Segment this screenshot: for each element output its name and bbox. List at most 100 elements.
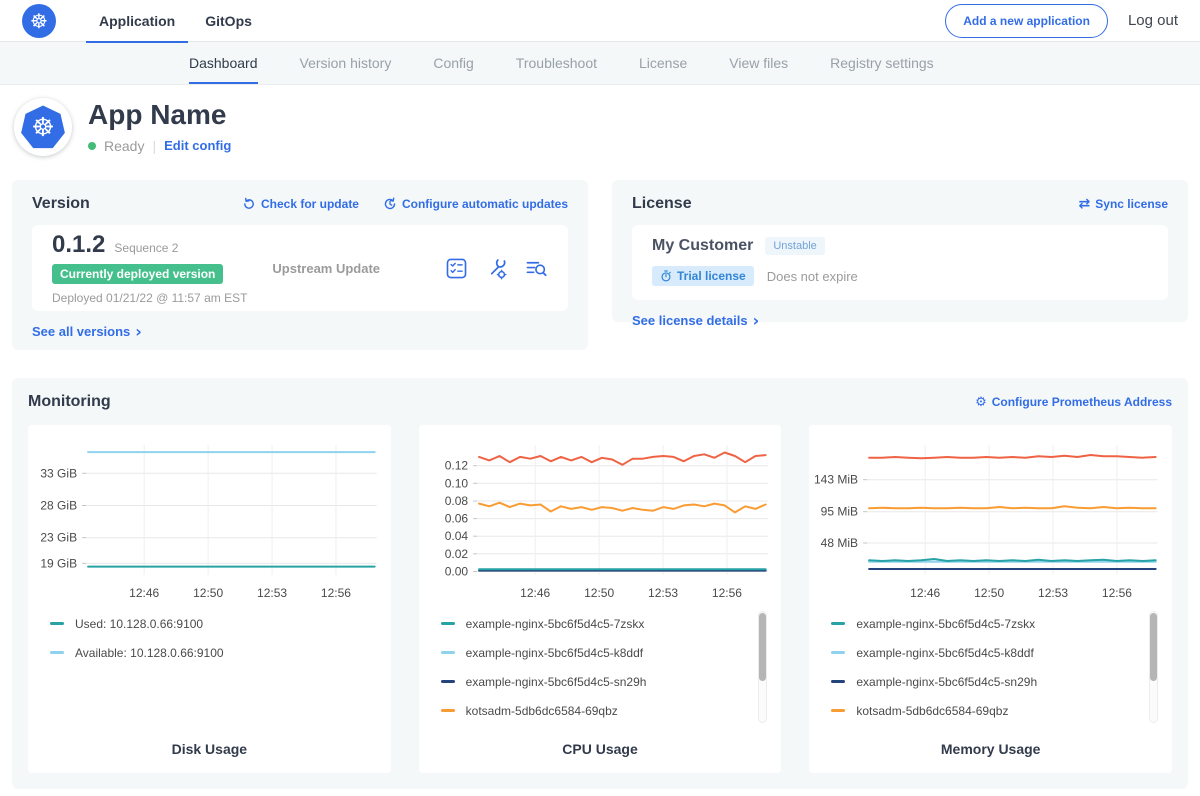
preflight-checks-icon[interactable]: [445, 257, 468, 280]
chevron-right-icon: ›: [135, 327, 142, 337]
memory-usage-chart: 143 MiB95 MiB48 MiB12:4612:5012:5312:56: [809, 433, 1172, 605]
tab-config[interactable]: Config: [412, 42, 494, 84]
auto-update-clock-icon: [383, 197, 397, 211]
cpu-usage-legend: example-nginx-5bc6f5d4c5-7zskxexample-ng…: [441, 609, 782, 731]
svg-text:143 MiB: 143 MiB: [814, 473, 858, 487]
tab-dashboard[interactable]: Dashboard: [168, 42, 279, 84]
legend-item: Used: 10.128.0.66:9100: [50, 609, 391, 638]
app-sub-nav: Dashboard Version history Config Trouble…: [0, 42, 1200, 85]
legend-swatch: [441, 622, 455, 625]
svg-text:12:50: 12:50: [584, 586, 614, 600]
divider: |: [152, 138, 156, 154]
legend-swatch: [441, 651, 455, 654]
customer-name: My Customer: [652, 237, 753, 255]
tab-troubleshoot[interactable]: Troubleshoot: [495, 42, 618, 84]
see-all-versions-link[interactable]: See all versions ›: [32, 324, 568, 339]
stopwatch-icon: [660, 270, 672, 282]
legend-item: example-nginx-5bc6f5d4c5-sn29h: [831, 667, 1172, 696]
chart-title: CPU Usage: [419, 741, 782, 757]
legend-label: example-nginx-5bc6f5d4c5-sn29h: [856, 675, 1037, 689]
top-nav: ☸ Application GitOps Add a new applicati…: [0, 0, 1200, 42]
current-version-row: 0.1.2 Sequence 2 Currently deployed vers…: [32, 225, 568, 311]
tab-view-files[interactable]: View files: [708, 42, 809, 84]
top-tab-application[interactable]: Application: [84, 0, 190, 42]
svg-text:28 GiB: 28 GiB: [40, 499, 77, 513]
svg-text:12:56: 12:56: [712, 586, 742, 600]
legend-item: kotsadm-5db6dc6584-69qbz: [831, 696, 1172, 725]
svg-text:19 GiB: 19 GiB: [40, 556, 77, 570]
svg-text:23 GiB: 23 GiB: [40, 531, 77, 545]
legend-scrollbar-thumb[interactable]: [1150, 613, 1157, 681]
deployed-timestamp: Deployed 01/21/22 @ 11:57 am EST: [52, 291, 247, 305]
chart-title: Memory Usage: [809, 741, 1172, 757]
configure-automatic-updates-link[interactable]: Configure automatic updates: [383, 197, 568, 211]
legend-swatch: [831, 680, 845, 683]
svg-text:0.02: 0.02: [444, 547, 468, 561]
version-source: Upstream Update: [272, 261, 380, 276]
legend-swatch: [441, 709, 455, 712]
legend-scrollbar[interactable]: [758, 611, 767, 723]
svg-text:0.04: 0.04: [444, 529, 468, 543]
version-card: Version Check for update Configure autom…: [12, 180, 588, 350]
app-icon: ☸: [14, 98, 72, 156]
logout-button[interactable]: Log out: [1128, 12, 1178, 29]
tab-license[interactable]: License: [618, 42, 708, 84]
svg-text:12:50: 12:50: [193, 586, 223, 600]
channel-badge: Unstable: [765, 237, 824, 255]
chart-title: Disk Usage: [28, 741, 391, 757]
disk-usage-chart-card: 33 GiB28 GiB23 GiB19 GiB12:4612:5012:531…: [28, 425, 391, 773]
chevron-right-icon: ›: [753, 316, 760, 326]
sequence-label: Sequence 2: [114, 241, 178, 255]
svg-text:0.08: 0.08: [444, 494, 468, 508]
legend-item: kotsadm-5db6dc6584-69qbz: [441, 696, 782, 725]
license-card: License ⇄ Sync license My Customer Unsta…: [612, 180, 1188, 322]
version-number: 0.1.2: [52, 231, 105, 259]
status-text: Ready: [104, 138, 144, 154]
legend-label: Used: 10.128.0.66:9100: [75, 617, 203, 631]
tab-registry-settings[interactable]: Registry settings: [809, 42, 954, 84]
legend-label: example-nginx-5bc6f5d4c5-k8ddf: [856, 646, 1033, 660]
svg-text:12:46: 12:46: [129, 586, 159, 600]
legend-scrollbar[interactable]: [1149, 611, 1158, 723]
legend-label: Available: 10.128.0.66:9100: [75, 646, 224, 660]
sync-license-link[interactable]: ⇄ Sync license: [1079, 196, 1168, 212]
legend-item: example-nginx-5bc6f5d4c5-7zskx: [831, 609, 1172, 638]
svg-text:12:53: 12:53: [648, 586, 678, 600]
legend-swatch: [441, 680, 455, 683]
app-header: ☸ App Name Ready | Edit config: [0, 85, 1200, 168]
add-application-button[interactable]: Add a new application: [945, 4, 1108, 38]
license-expiry: Does not expire: [767, 269, 858, 284]
legend-item: Available: 10.128.0.66:9100: [50, 638, 391, 667]
svg-text:0.10: 0.10: [444, 476, 468, 490]
legend-item: example-nginx-5bc6f5d4c5-sn29h: [441, 667, 782, 696]
svg-text:12:53: 12:53: [257, 586, 287, 600]
svg-text:12:56: 12:56: [1102, 586, 1132, 600]
check-for-update-link[interactable]: Check for update: [242, 197, 359, 211]
svg-text:0.00: 0.00: [444, 565, 468, 579]
monitoring-title: Monitoring: [28, 393, 111, 411]
config-wrench-icon[interactable]: [485, 257, 508, 280]
configure-prometheus-link[interactable]: ⚙ Configure Prometheus Address: [975, 395, 1172, 410]
view-logs-icon[interactable]: [525, 257, 548, 280]
tab-version-history[interactable]: Version history: [279, 42, 413, 84]
legend-swatch: [50, 651, 64, 654]
legend-swatch: [831, 709, 845, 712]
svg-text:48 MiB: 48 MiB: [821, 536, 858, 550]
license-card-title: License: [632, 195, 692, 213]
see-license-details-link[interactable]: See license details ›: [632, 313, 1168, 328]
legend-scrollbar-thumb[interactable]: [759, 613, 766, 681]
legend-swatch: [831, 622, 845, 625]
legend-item: example-nginx-5bc6f5d4c5-7zskx: [441, 609, 782, 638]
cpu-usage-chart-card: 0.120.100.080.060.040.020.0012:4612:5012…: [419, 425, 782, 773]
kubernetes-heptagon-icon: ☸: [17, 101, 69, 153]
refresh-icon: [242, 197, 256, 211]
top-tab-gitops[interactable]: GitOps: [190, 0, 267, 42]
svg-text:0.06: 0.06: [444, 512, 468, 526]
svg-text:☸: ☸: [31, 113, 54, 143]
svg-text:12:46: 12:46: [911, 586, 941, 600]
edit-config-link[interactable]: Edit config: [164, 138, 231, 153]
svg-text:0.12: 0.12: [444, 459, 468, 473]
page-title: App Name: [88, 100, 231, 131]
kubernetes-logo-icon[interactable]: ☸: [22, 4, 56, 38]
legend-item: example-nginx-5bc6f5d4c5-k8ddf: [441, 638, 782, 667]
